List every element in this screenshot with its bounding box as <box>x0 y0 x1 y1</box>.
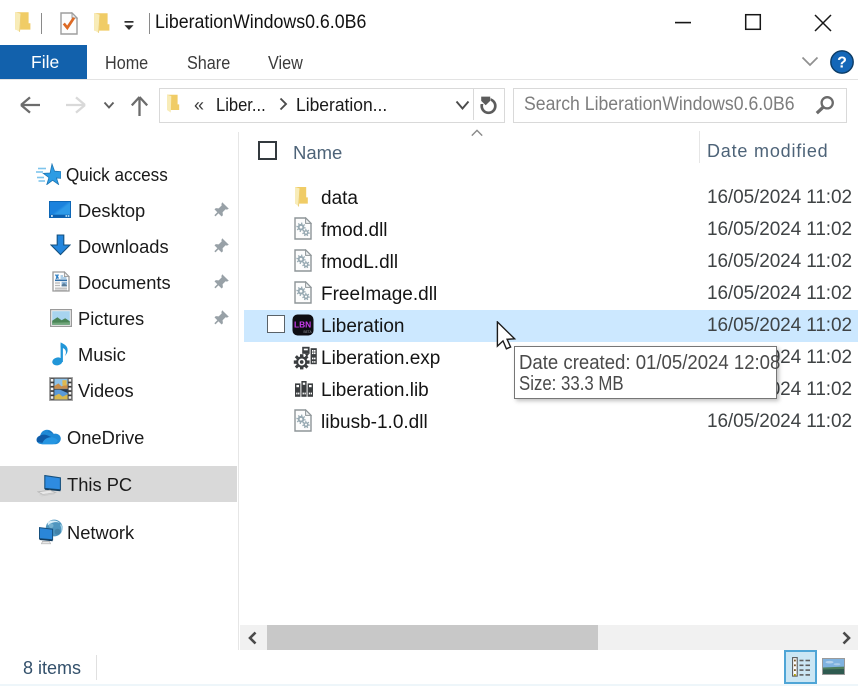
svg-text:BETA: BETA <box>304 330 313 334</box>
svg-text:LBN: LBN <box>294 319 311 329</box>
svg-text:?: ? <box>837 55 847 72</box>
